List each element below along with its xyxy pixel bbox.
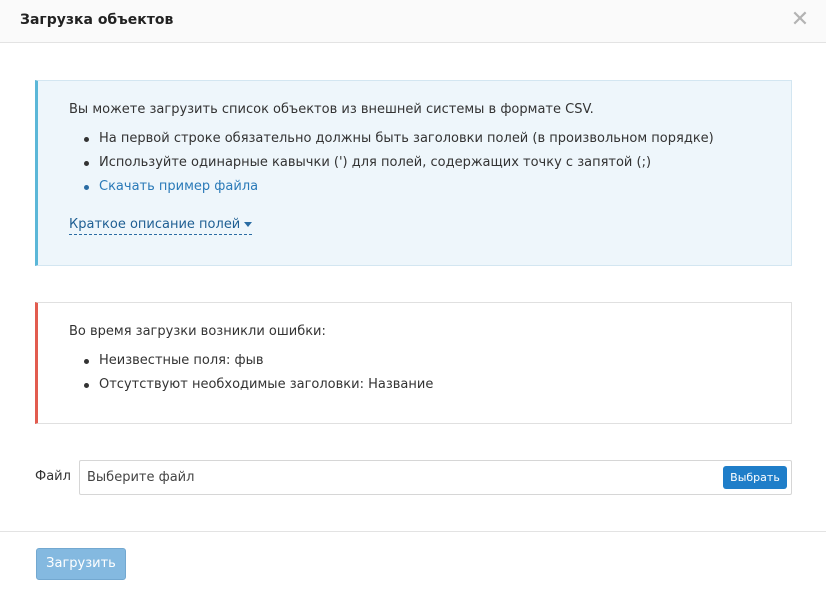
info-panel: Вы можете загрузить список объектов из в… — [35, 80, 792, 266]
close-icon[interactable]: ✕ — [790, 9, 810, 31]
error-bullet-text: Отсутствуют необходимые заголовки: Назва… — [99, 377, 434, 392]
file-placeholder: Выберите файл — [87, 470, 195, 485]
caret-down-icon — [244, 222, 253, 227]
info-bullet-text: Используйте одинарные кавычки (') для по… — [99, 155, 652, 170]
info-bullet-text: На первой строке обязательно должны быть… — [99, 131, 714, 146]
upload-objects-modal: Загрузка объектов ✕ Вы можете загрузить … — [0, 0, 826, 596]
info-bullet-list: На первой строке обязательно должны быть… — [84, 130, 714, 202]
bullet-dot — [84, 161, 89, 166]
download-sample-link[interactable]: Скачать пример файла — [99, 179, 258, 194]
fields-toggle-label: Краткое описание полей — [69, 217, 241, 232]
error-bullet-list: Неизвестные поля: фыв Отсутствуют необхо… — [84, 352, 434, 400]
bullet-dot — [84, 383, 89, 388]
fields-description-toggle[interactable]: Краткое описание полей — [69, 216, 253, 235]
error-panel: Во время загрузки возникли ошибки: Неизв… — [35, 302, 792, 424]
list-item: Используйте одинарные кавычки (') для по… — [84, 154, 714, 178]
list-item: Скачать пример файла — [84, 178, 714, 202]
info-intro: Вы можете загрузить список объектов из в… — [69, 102, 594, 117]
file-input[interactable]: Выберите файл Выбрать — [79, 460, 792, 495]
bullet-dot — [84, 359, 89, 364]
error-bullet-text: Неизвестные поля: фыв — [99, 353, 264, 368]
upload-button[interactable]: Загрузить — [36, 548, 126, 580]
choose-file-button[interactable]: Выбрать — [723, 466, 787, 489]
bullet-dot — [84, 185, 89, 190]
bullet-dot — [84, 137, 89, 142]
list-item: Отсутствуют необходимые заголовки: Назва… — [84, 376, 434, 400]
modal-footer: Загрузить — [0, 531, 826, 596]
modal-title: Загрузка объектов — [20, 12, 174, 28]
file-label: Файл — [35, 469, 71, 484]
error-intro: Во время загрузки возникли ошибки: — [69, 324, 326, 339]
list-item: На первой строке обязательно должны быть… — [84, 130, 714, 154]
list-item: Неизвестные поля: фыв — [84, 352, 433, 376]
modal-header: Загрузка объектов ✕ — [0, 0, 826, 43]
